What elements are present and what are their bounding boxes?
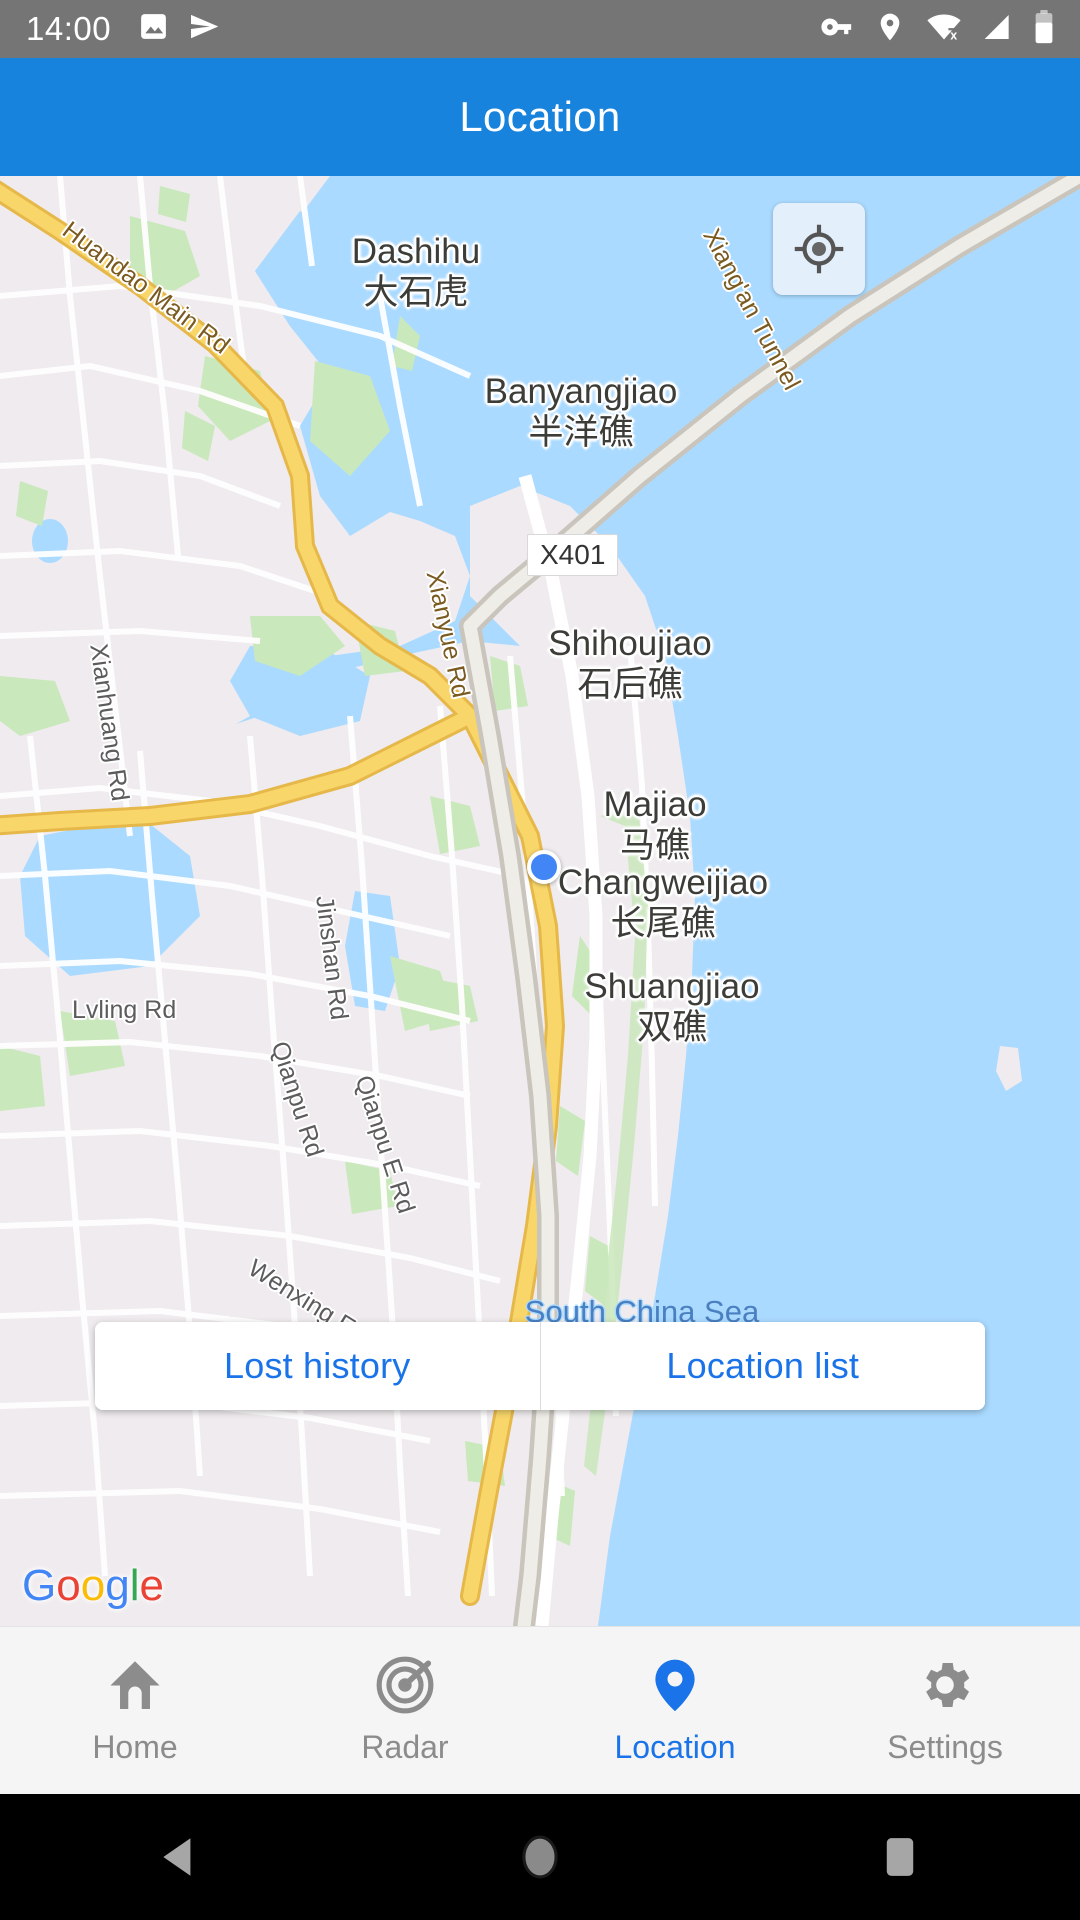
- recents-square-icon: [886, 1838, 914, 1876]
- home-button[interactable]: [440, 1794, 640, 1920]
- page-title: Location: [459, 93, 621, 140]
- pin-icon: [644, 1655, 706, 1715]
- phone-screen: 14:00 x Location Dashihu 大石虎 Banyangjiao…: [0, 0, 1080, 1920]
- wifi-off-icon: x: [926, 11, 962, 48]
- location-pin-icon: [874, 11, 906, 48]
- cellular-signal-icon: [982, 11, 1014, 48]
- bottom-navigation-bar: Home Radar Location Settings: [0, 1626, 1080, 1794]
- nav-item-location[interactable]: Location: [540, 1655, 810, 1766]
- radar-icon: [374, 1655, 436, 1715]
- nav-item-radar[interactable]: Radar: [270, 1655, 540, 1766]
- gear-icon: [914, 1655, 976, 1715]
- back-triangle-icon: [163, 1838, 191, 1876]
- nav-item-settings[interactable]: Settings: [810, 1655, 1080, 1766]
- svg-text:x: x: [950, 28, 957, 42]
- battery-icon: [1034, 9, 1054, 49]
- lost-history-button[interactable]: Lost history: [95, 1322, 540, 1410]
- back-button[interactable]: [80, 1794, 280, 1920]
- my-location-button[interactable]: [773, 203, 865, 295]
- status-bar: 14:00 x: [0, 0, 1080, 58]
- system-navigation-bar: [0, 1794, 1080, 1920]
- send-icon: [188, 10, 221, 48]
- google-logo: Google: [22, 1561, 174, 1612]
- status-bar-clock: 14:00: [26, 10, 112, 47]
- status-bar-notification-icons: [137, 10, 221, 48]
- svg-text:Google: Google: [22, 1562, 164, 1610]
- my-location-crosshair-icon: [794, 224, 844, 274]
- nav-label-home: Home: [92, 1729, 178, 1765]
- nav-label-settings: Settings: [887, 1729, 1003, 1765]
- home-icon: [104, 1655, 166, 1715]
- app-bar: Location: [0, 58, 1080, 176]
- recents-button[interactable]: [800, 1794, 1000, 1920]
- nav-item-home[interactable]: Home: [0, 1655, 270, 1766]
- my-location-dot: [527, 850, 561, 884]
- nav-label-location: Location: [614, 1729, 736, 1765]
- nav-label-radar: Radar: [361, 1729, 449, 1765]
- home-circle-icon: [522, 1835, 558, 1879]
- status-bar-system-icons: x: [820, 9, 1054, 49]
- location-list-button[interactable]: Location list: [540, 1322, 985, 1410]
- image-icon: [137, 10, 170, 48]
- vpn-key-icon: [820, 10, 854, 49]
- map-action-bar: Lost history Location list: [95, 1322, 985, 1410]
